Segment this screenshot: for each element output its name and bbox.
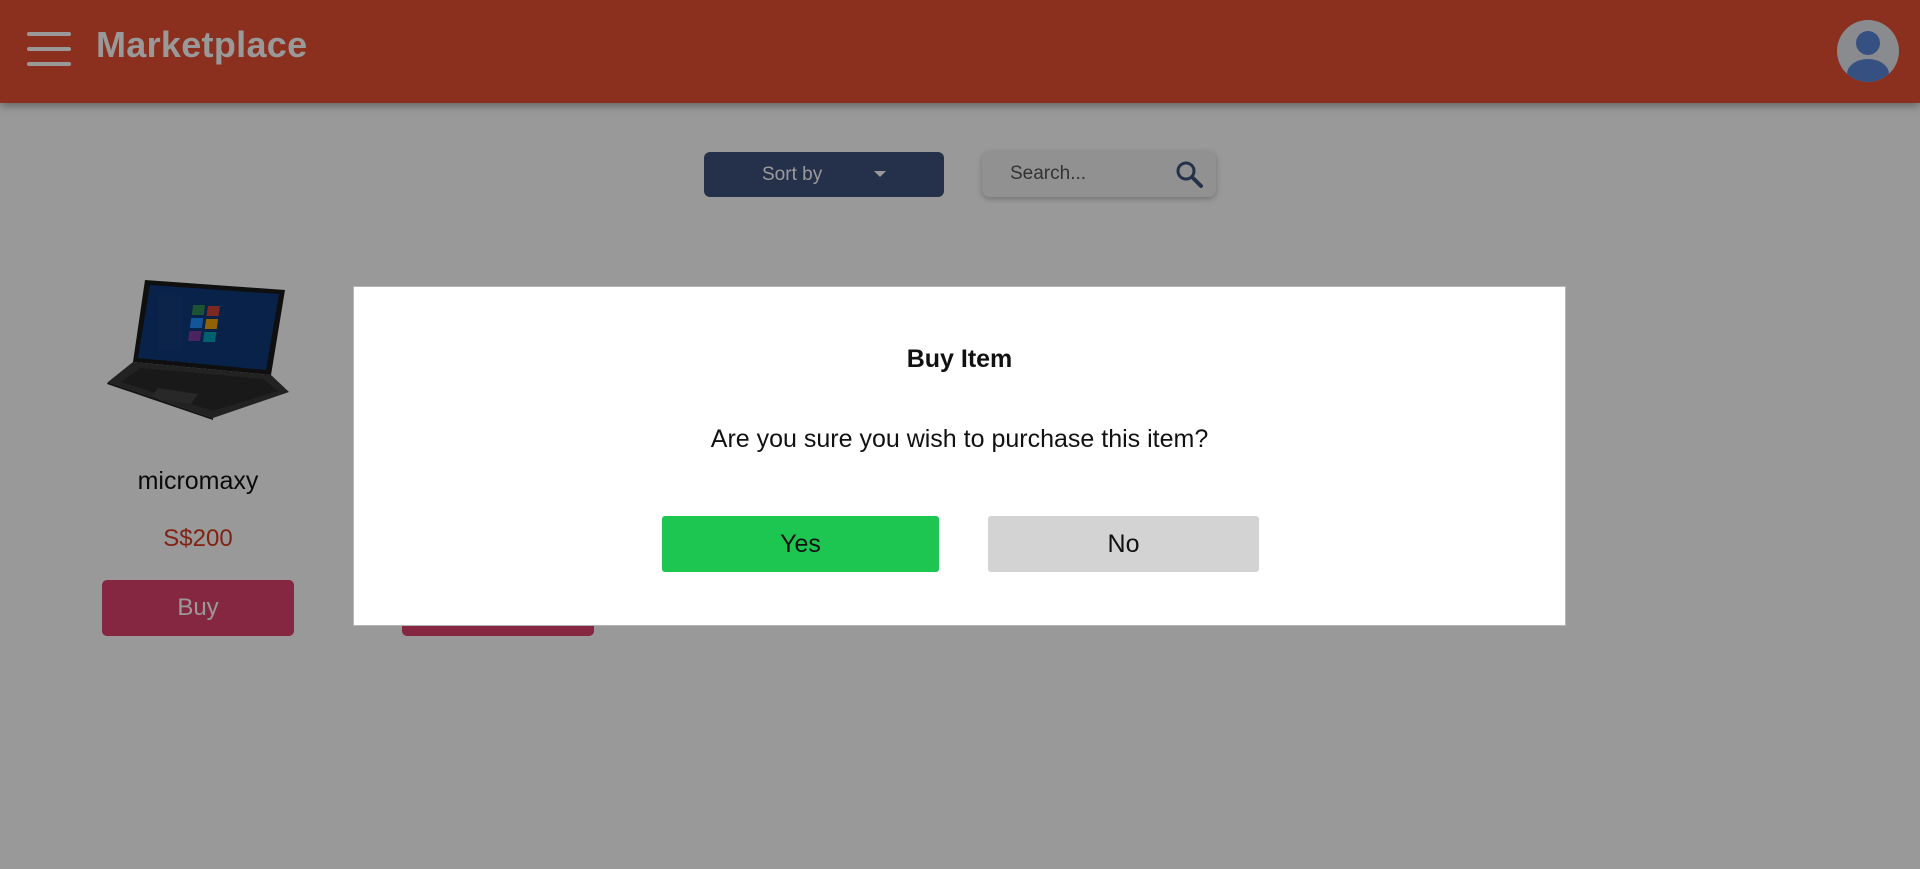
dialog-title: Buy Item xyxy=(906,345,1013,373)
yes-button[interactable]: Yes xyxy=(662,516,939,572)
dialog-message: Are you sure you wish to purchase this i… xyxy=(710,425,1209,453)
no-button[interactable]: No xyxy=(988,516,1259,572)
marketplace-page: Marketplace Sort by Search... micromaxy … xyxy=(0,0,1920,869)
buy-item-dialog: Buy Item Are you sure you wish to purcha… xyxy=(353,286,1566,626)
